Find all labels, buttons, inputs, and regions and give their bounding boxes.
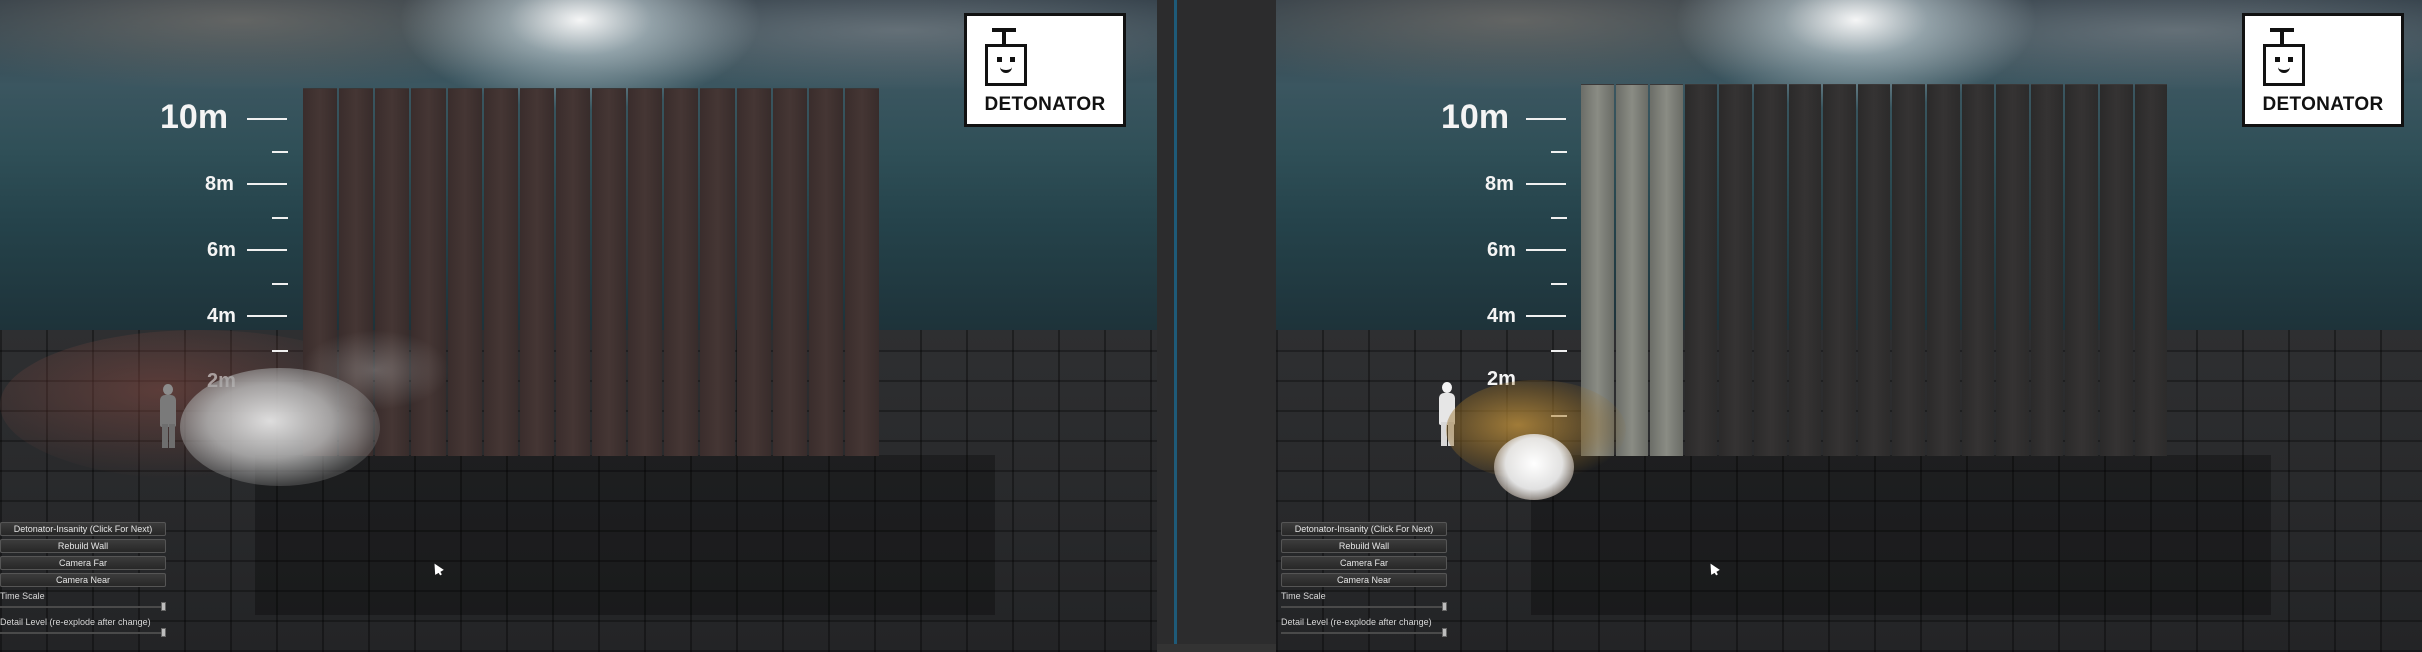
ruler-tick [272, 283, 288, 285]
time-scale-label: Time Scale [0, 591, 45, 601]
time-scale-label: Time Scale [1281, 591, 1326, 601]
explosion-burst [1494, 434, 1574, 500]
ruler-tick [272, 151, 288, 153]
logo-text: DETONATOR [2262, 94, 2384, 115]
ruler-tick [1551, 283, 1567, 285]
divider-line [1174, 0, 1177, 652]
left-viewport[interactable]: 10m 8m 6m 4m 2m DETONATOR Detonator-Insa… [0, 0, 1157, 652]
ruler-tick [1551, 217, 1567, 219]
ruler-tick [1526, 183, 1566, 185]
smoke-wisp [300, 330, 450, 410]
right-viewport[interactable]: 10m 8m 6m 4m 2m DETONATOR Detonator-Insa… [1276, 0, 2422, 652]
ruler-tick [272, 350, 288, 352]
plank-wall [1581, 84, 2169, 456]
ruler-label-4m: 4m [1487, 305, 1516, 327]
ruler-tick [247, 315, 287, 317]
detonator-logo: DETONATOR [964, 13, 1126, 127]
detail-level-label: Detail Level (re-explode after change) [1281, 617, 1432, 627]
viewport-divider [1157, 0, 1276, 652]
ruler-label-6m: 6m [207, 239, 236, 261]
ruler-tick [1526, 315, 1566, 317]
ruler-label-8m: 8m [1485, 173, 1514, 195]
ruler-tick [1551, 151, 1567, 153]
detail-level-slider[interactable] [1281, 628, 1447, 638]
ruler-tick [1526, 118, 1566, 120]
ruler-tick [1551, 350, 1567, 352]
detonator-insanity-button[interactable]: Detonator-Insanity (Click For Next) [0, 522, 166, 536]
ruler-tick [247, 183, 287, 185]
ruler-label-4m: 4m [207, 305, 236, 327]
detail-level-label: Detail Level (re-explode after change) [0, 617, 151, 627]
control-panel: Detonator-Insanity (Click For Next) Rebu… [0, 522, 168, 642]
detonator-logo: DETONATOR [2242, 13, 2404, 127]
height-ruler: 10m 8m 6m 4m 2m [0, 0, 320, 430]
ruler-label-6m: 6m [1487, 239, 1516, 261]
ruler-tick [1526, 249, 1566, 251]
camera-far-button[interactable]: Camera Far [0, 556, 166, 570]
height-ruler: 10m 8m 6m 4m 2m [1276, 0, 1596, 430]
ruler-tick [247, 249, 287, 251]
rebuild-wall-button[interactable]: Rebuild Wall [0, 539, 166, 553]
ruler-label-10m: 10m [160, 98, 229, 136]
wall-shadow [1531, 455, 2271, 615]
detonator-icon [985, 44, 1027, 86]
ruler-label-10m: 10m [1441, 98, 1510, 136]
ruler-label-8m: 8m [205, 173, 234, 195]
ruler-tick [247, 118, 287, 120]
camera-near-button[interactable]: Camera Near [1281, 573, 1447, 587]
wall-shadow [255, 455, 995, 615]
detail-level-slider[interactable] [0, 628, 166, 638]
detonator-insanity-button[interactable]: Detonator-Insanity (Click For Next) [1281, 522, 1447, 536]
camera-far-button[interactable]: Camera Far [1281, 556, 1447, 570]
logo-text: DETONATOR [984, 94, 1106, 115]
time-scale-slider[interactable] [1281, 602, 1447, 612]
ruler-tick [272, 217, 288, 219]
rebuild-wall-button[interactable]: Rebuild Wall [1281, 539, 1447, 553]
detonator-icon [2263, 44, 2305, 86]
camera-near-button[interactable]: Camera Near [0, 573, 166, 587]
control-panel: Detonator-Insanity (Click For Next) Rebu… [1281, 522, 1449, 642]
time-scale-slider[interactable] [0, 602, 166, 612]
